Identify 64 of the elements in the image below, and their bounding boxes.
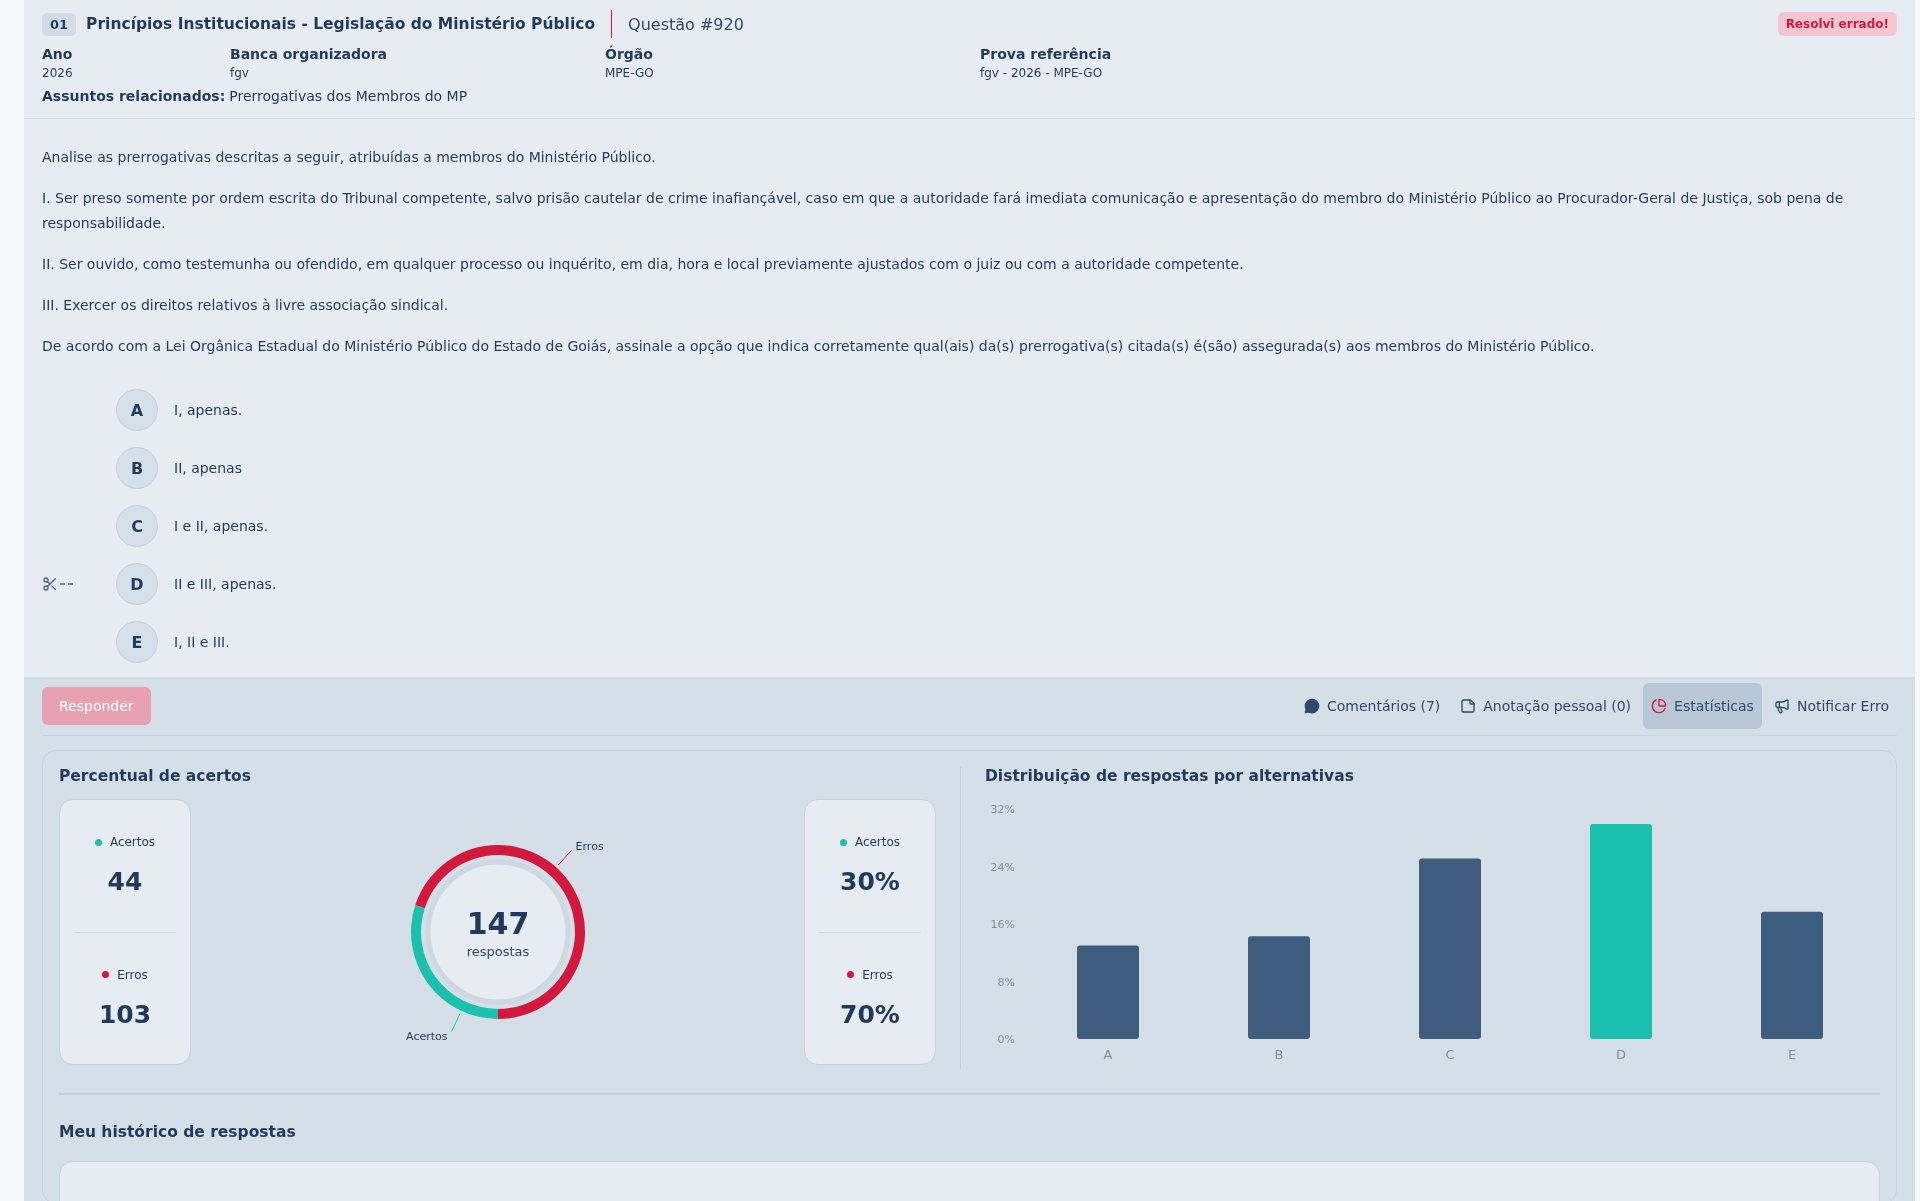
stat-label-text: Erros bbox=[117, 967, 148, 982]
tab[interactable]: Anotação pessoal (0) bbox=[1452, 683, 1640, 729]
option-text[interactable]: I e II, apenas. bbox=[174, 518, 269, 534]
slice-label: Erros bbox=[575, 840, 604, 854]
statement-paragraph: III. Exercer os direitos relativos à livre associação sindical. bbox=[42, 296, 450, 315]
meta-value: fgv - 2026 - MPE-GO bbox=[980, 66, 1104, 80]
note-icon bbox=[1460, 698, 1477, 714]
tab[interactable]: Comentários (7) bbox=[1295, 683, 1449, 729]
statement-paragraph: II. Ser ouvido, como testemunha ou ofendido, em qualquer processo ou inquérito, em dia, hora e local previamente ajustados com o juiz ou com a autoridade competente. bbox=[42, 255, 1245, 274]
meta-label: Prova referência bbox=[980, 46, 1113, 62]
axis-category-label: D bbox=[1616, 1047, 1626, 1062]
tab[interactable]: Notificar Erro bbox=[1765, 683, 1897, 729]
stat-value: 30% bbox=[840, 867, 900, 897]
slice-label: Acertos bbox=[405, 1029, 447, 1043]
stat-label-text: Erros bbox=[862, 967, 893, 982]
stat-label-text: Acertos bbox=[109, 835, 156, 850]
statement-paragraph: Analise as prerrogativas descritas a seguir, atribuídas a membros do Ministério Público. bbox=[42, 148, 657, 167]
stat-value: 103 bbox=[98, 999, 152, 1029]
status-badge: Resolvi errado! bbox=[1777, 12, 1897, 36]
option-letter[interactable]: A bbox=[116, 389, 158, 431]
total-caption: respostas bbox=[466, 944, 529, 959]
subjects-value: Prerrogativas dos Membros do MP bbox=[229, 88, 468, 104]
meta-value: 2026 bbox=[42, 66, 74, 80]
option-text[interactable]: I, apenas. bbox=[174, 402, 243, 418]
option-text[interactable]: II e III, apenas. bbox=[174, 576, 277, 592]
section-title: Distribuição de respostas por alternativas bbox=[985, 767, 1355, 785]
option-letter[interactable]: D bbox=[116, 563, 158, 605]
subject-title: Princípios Institucionais - Legislação do Ministério Público bbox=[86, 10, 613, 38]
leader-line bbox=[450, 1013, 460, 1033]
meta-label: Banca organizadora bbox=[230, 46, 389, 62]
stat-label-text: Acertos bbox=[854, 835, 901, 850]
question-id: Questão #920 bbox=[628, 14, 744, 34]
leader-line bbox=[557, 849, 572, 866]
stat-value: 70% bbox=[840, 999, 900, 1029]
axis-tick-label: 32% bbox=[990, 803, 1015, 816]
megaphone-icon bbox=[1773, 698, 1790, 714]
meta-value: MPE-GO bbox=[605, 66, 655, 80]
stat-value: 44 bbox=[107, 867, 143, 897]
statement-paragraph: I. Ser preso somente por ordem escrita do Tribunal competente, salvo prisão cautelar de crime inafiançável, caso em que a autoridade fará imediata comunicação e apresentação do membro do Ministério Público ao Procurador-Geral de Justiça, sob pena de responsabilidade. bbox=[42, 189, 1845, 233]
axis-category-label: B bbox=[1274, 1047, 1284, 1062]
chat-bubble-icon bbox=[1303, 698, 1320, 714]
axis-category-label: E bbox=[1787, 1047, 1797, 1062]
section-title: Meu histórico de respostas bbox=[59, 1123, 297, 1141]
question-number: 01 bbox=[42, 12, 77, 36]
total-count: 147 bbox=[466, 906, 529, 941]
axis-tick-label: 24% bbox=[990, 860, 1015, 874]
option-text[interactable]: II, apenas bbox=[174, 460, 242, 476]
option-letter[interactable]: E bbox=[116, 621, 158, 663]
axis-tick-label: 8% bbox=[997, 975, 1015, 989]
axis-tick-label: 0% bbox=[997, 1033, 1015, 1046]
option-letter[interactable]: C bbox=[116, 505, 158, 547]
option-text[interactable]: I, II e III. bbox=[174, 634, 230, 650]
meta-label: Ano bbox=[42, 46, 74, 62]
subjects-label: Assuntos relacionados: bbox=[42, 88, 226, 104]
statement-paragraph: De acordo com a Lei Orgânica Estadual do Ministério Público do Estado de Goiás, assinale a opção que indica corretamente qual(ais) da(s) prerrogativa(s) citada(s) é(são) assegurada(s) aos membros do Ministério Público. bbox=[42, 337, 1596, 356]
axis-category-label: C bbox=[1445, 1047, 1455, 1062]
meta-label: Órgão bbox=[605, 46, 654, 62]
pie-chart-icon bbox=[1651, 698, 1668, 714]
axis-category-label: A bbox=[1103, 1047, 1113, 1062]
option-letter[interactable]: B bbox=[116, 447, 158, 489]
axis-tick-label: 16% bbox=[990, 918, 1015, 931]
tab[interactable]: Estatísticas bbox=[1643, 683, 1762, 729]
section-title: Percentual de acertos bbox=[59, 767, 252, 785]
meta-value: fgv bbox=[230, 66, 250, 80]
